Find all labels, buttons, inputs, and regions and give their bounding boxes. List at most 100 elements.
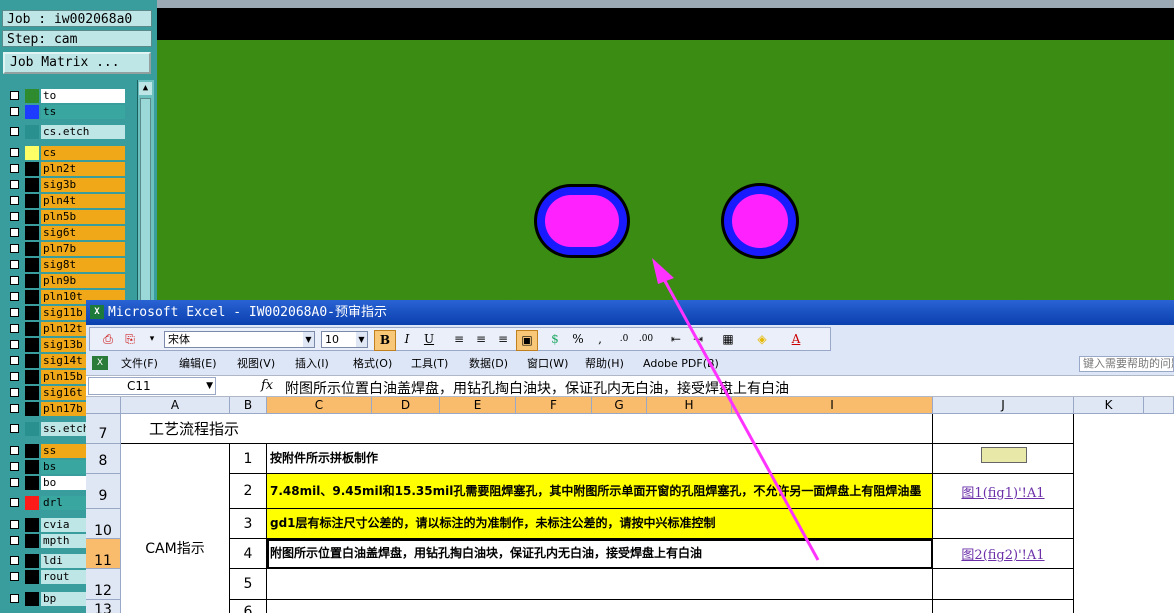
- layer-checkbox[interactable]: [10, 388, 19, 397]
- pdf-convert-icon[interactable]: ⎘: [120, 330, 140, 349]
- layer-checkbox[interactable]: [10, 324, 19, 333]
- layer-row-sig8t[interactable]: sig8t: [4, 257, 125, 273]
- row-header-10[interactable]: 10: [86, 509, 121, 539]
- layer-checkbox[interactable]: [10, 164, 19, 173]
- column-header-k[interactable]: K: [1074, 397, 1144, 414]
- layer-color-swatch[interactable]: [25, 306, 39, 320]
- cell-j7[interactable]: [933, 414, 1074, 444]
- item-text-cell[interactable]: [267, 600, 933, 613]
- layer-name[interactable]: pln9b: [41, 274, 125, 288]
- currency-icon[interactable]: $: [545, 330, 565, 349]
- layer-checkbox[interactable]: [10, 594, 19, 603]
- column-header-c[interactable]: C: [267, 397, 372, 414]
- layer-color-swatch[interactable]: [25, 290, 39, 304]
- item-text-cell[interactable]: 7.48mil、9.45mil和15.35mil孔需要阻焊塞孔，其中附图所示单面…: [267, 474, 933, 509]
- fig2-link[interactable]: 图2(fig2)'!A1: [961, 544, 1044, 563]
- layer-checkbox[interactable]: [10, 462, 19, 471]
- name-box-dropdown-icon[interactable]: ▼: [206, 378, 213, 394]
- layer-color-swatch[interactable]: [25, 146, 39, 160]
- layer-row-pln5b[interactable]: pln5b: [4, 209, 125, 225]
- layer-row-to[interactable]: to: [4, 88, 125, 104]
- layer-checkbox[interactable]: [10, 196, 19, 205]
- fill-color-icon[interactable]: ◈: [752, 330, 772, 349]
- row-header-13[interactable]: 13: [86, 600, 121, 613]
- cam-label-cell[interactable]: CAM指示: [121, 444, 230, 613]
- help-search-box[interactable]: 键入需要帮助的问题: [1079, 356, 1174, 372]
- layer-name[interactable]: sig6t: [41, 226, 125, 240]
- layer-color-swatch[interactable]: [25, 274, 39, 288]
- column-header-j[interactable]: J: [933, 397, 1074, 414]
- menu-file[interactable]: 文件(F): [121, 356, 158, 372]
- layer-checkbox[interactable]: [10, 260, 19, 269]
- layer-checkbox[interactable]: [10, 276, 19, 285]
- layer-name[interactable]: to: [41, 89, 125, 103]
- row-header-8[interactable]: 8: [86, 444, 121, 474]
- select-all-corner[interactable]: [86, 397, 121, 414]
- active-cell-c11[interactable]: 附图所示位置白油盖焊盘，用钻孔掏白油块，保证孔内无白油，接受焊盘上有白油: [267, 539, 933, 569]
- item-number-cell[interactable]: 4: [230, 539, 267, 569]
- layer-color-swatch[interactable]: [25, 496, 39, 510]
- fx-icon[interactable]: fx: [261, 378, 273, 393]
- layer-checkbox[interactable]: [10, 292, 19, 301]
- menu-window[interactable]: 窗口(W): [527, 356, 568, 372]
- layer-name[interactable]: cs.etch: [41, 125, 125, 139]
- layer-color-swatch[interactable]: [25, 518, 39, 532]
- item-link-cell[interactable]: 图1(fig1)'!A1: [933, 474, 1074, 509]
- column-header-d[interactable]: D: [372, 397, 440, 414]
- layer-name[interactable]: sig3b: [41, 178, 125, 192]
- column-header-f[interactable]: F: [516, 397, 592, 414]
- layer-checkbox[interactable]: [10, 446, 19, 455]
- scroll-up-icon[interactable]: ▲: [139, 82, 152, 95]
- column-header-i[interactable]: I: [732, 397, 933, 414]
- layer-color-swatch[interactable]: [25, 460, 39, 474]
- layer-color-swatch[interactable]: [25, 242, 39, 256]
- layer-color-swatch[interactable]: [25, 89, 39, 103]
- layer-color-swatch[interactable]: [25, 422, 39, 436]
- layer-row-sig3b[interactable]: sig3b: [4, 177, 125, 193]
- layer-checkbox[interactable]: [10, 148, 19, 157]
- item-link-cell[interactable]: [933, 569, 1074, 600]
- decrease-decimal-icon[interactable]: .00: [636, 330, 656, 349]
- item-number-cell[interactable]: 5: [230, 569, 267, 600]
- layer-color-swatch[interactable]: [25, 444, 39, 458]
- column-header-h[interactable]: H: [647, 397, 732, 414]
- column-header-l[interactable]: [1144, 397, 1174, 414]
- column-header-a[interactable]: A: [121, 397, 230, 414]
- layer-checkbox[interactable]: [10, 180, 19, 189]
- menu-view[interactable]: 视图(V): [237, 356, 275, 372]
- item-number-cell[interactable]: 6: [230, 600, 267, 613]
- layer-checkbox[interactable]: [10, 572, 19, 581]
- layer-row-pln2t[interactable]: pln2t: [4, 161, 125, 177]
- item-text-cell[interactable]: 按附件所示拼板制作: [267, 444, 933, 474]
- layer-color-swatch[interactable]: [25, 338, 39, 352]
- menu-insert[interactable]: 插入(I): [295, 356, 329, 372]
- layer-color-swatch[interactable]: [25, 162, 39, 176]
- item-text-cell[interactable]: [267, 569, 933, 600]
- item-link-cell[interactable]: [933, 600, 1074, 613]
- layer-color-swatch[interactable]: [25, 570, 39, 584]
- layer-color-swatch[interactable]: [25, 322, 39, 336]
- menu-edit[interactable]: 编辑(E): [179, 356, 217, 372]
- menu-tools[interactable]: 工具(T): [411, 356, 448, 372]
- row-header-11[interactable]: 11: [86, 539, 121, 569]
- row-header-12[interactable]: 12: [86, 569, 121, 600]
- layer-color-swatch[interactable]: [25, 554, 39, 568]
- column-header-e[interactable]: E: [440, 397, 516, 414]
- job-matrix-button[interactable]: Job Matrix ...: [3, 52, 151, 74]
- layer-checkbox[interactable]: [10, 372, 19, 381]
- layer-checkbox[interactable]: [10, 498, 19, 507]
- layer-checkbox[interactable]: [10, 356, 19, 365]
- layer-color-swatch[interactable]: [25, 592, 39, 606]
- size-dropdown-icon[interactable]: ▼: [356, 332, 367, 347]
- fig1-link[interactable]: 图1(fig1)'!A1: [961, 482, 1044, 501]
- excel-title-bar[interactable]: X Microsoft Excel - IW002068A0-预审指示: [86, 300, 1174, 325]
- increase-indent-icon[interactable]: ⇥: [688, 330, 708, 349]
- font-color-icon[interactable]: A: [786, 330, 806, 349]
- layer-row-sig6t[interactable]: sig6t: [4, 225, 125, 241]
- layer-checkbox[interactable]: [10, 91, 19, 100]
- merge-center-icon[interactable]: ▣: [516, 330, 538, 351]
- layer-color-swatch[interactable]: [25, 210, 39, 224]
- layer-checkbox[interactable]: [10, 244, 19, 253]
- layer-checkbox[interactable]: [10, 107, 19, 116]
- formula-input[interactable]: 附图所示位置白油盖焊盘，用钻孔掏白油块，保证孔内无白油，接受焊盘上有白油: [285, 378, 789, 398]
